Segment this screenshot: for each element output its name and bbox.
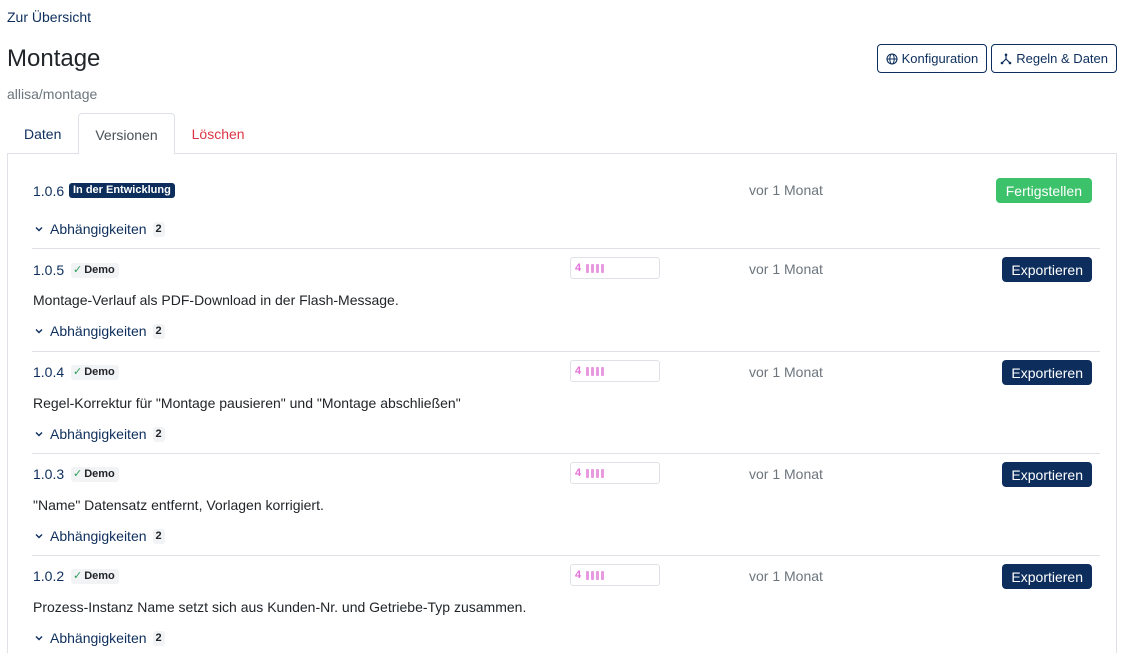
dependencies-toggle[interactable]: Abhängigkeiten 2 bbox=[34, 323, 165, 339]
export-button[interactable]: Exportieren bbox=[1002, 564, 1092, 589]
chevron-down-icon bbox=[35, 227, 43, 232]
chevron-down-icon bbox=[35, 636, 43, 641]
version-number[interactable]: 1.0.4 bbox=[33, 364, 64, 380]
version-number[interactable]: 1.0.3 bbox=[33, 466, 64, 482]
tab-data[interactable]: Daten bbox=[7, 113, 78, 154]
status-badge: In der Entwicklung bbox=[69, 183, 175, 198]
usage-count: 4 bbox=[575, 569, 582, 581]
demo-tag: ✓ Demo bbox=[71, 467, 119, 482]
usage-count: 4 bbox=[575, 262, 582, 274]
version-time: vor 1 Monat bbox=[749, 568, 823, 584]
header-actions: Konfiguration Regeln & Daten bbox=[876, 44, 1117, 73]
dependencies-label: Abhängigkeiten bbox=[50, 221, 147, 237]
check-icon: ✓ bbox=[73, 264, 83, 276]
meter-bar bbox=[601, 468, 605, 478]
globe-icon bbox=[886, 52, 898, 65]
demo-tag-label: Demo bbox=[84, 366, 115, 378]
tab-versions[interactable]: Versionen bbox=[78, 113, 175, 155]
demo-tag: ✓ Demo bbox=[71, 569, 119, 584]
chevron-down-icon bbox=[35, 329, 43, 334]
meter-bar bbox=[586, 570, 590, 580]
version-number[interactable]: 1.0.6 bbox=[33, 183, 64, 199]
version-time: vor 1 Monat bbox=[749, 466, 823, 482]
version-number[interactable]: 1.0.2 bbox=[33, 568, 64, 584]
version-description: Prozess-Instanz Name setzt sich aus Kund… bbox=[33, 599, 527, 615]
meter-bar bbox=[586, 263, 590, 273]
dependencies-toggle[interactable]: Abhängigkeiten 2 bbox=[34, 528, 165, 544]
meter-bar bbox=[601, 366, 605, 376]
demo-tag-label: Demo bbox=[84, 468, 115, 480]
meter-bar bbox=[596, 570, 600, 580]
versions-panel: 1.0.6 In der Entwicklung vor 1 Monat Fer… bbox=[7, 154, 1117, 653]
page-subtitle: allisa/montage bbox=[7, 86, 98, 102]
version-row: 1.0.2 ✓ Demo 4 vor 1 Monat Exportieren Pr… bbox=[32, 555, 1100, 653]
chevron-down-icon bbox=[35, 432, 43, 437]
version-time: vor 1 Monat bbox=[749, 182, 823, 198]
demo-tag-label: Demo bbox=[84, 570, 115, 582]
back-link[interactable]: Zur Übersicht bbox=[7, 9, 91, 25]
version-time: vor 1 Monat bbox=[749, 261, 823, 277]
version-time: vor 1 Monat bbox=[749, 364, 823, 380]
demo-tag: ✓ Demo bbox=[71, 263, 119, 278]
usage-meter[interactable]: 4 bbox=[570, 564, 660, 586]
meter-bar bbox=[591, 570, 595, 580]
demo-tag: ✓ Demo bbox=[71, 365, 119, 380]
meter-bar bbox=[591, 468, 595, 478]
version-number[interactable]: 1.0.5 bbox=[33, 262, 64, 278]
dependencies-count: 2 bbox=[152, 323, 165, 339]
export-button[interactable]: Exportieren bbox=[1002, 257, 1092, 282]
export-button[interactable]: Exportieren bbox=[1002, 462, 1092, 487]
meter-bar bbox=[596, 263, 600, 273]
meter-bar bbox=[586, 468, 590, 478]
dependencies-toggle[interactable]: Abhängigkeiten 2 bbox=[34, 630, 165, 646]
tab-delete[interactable]: Löschen bbox=[175, 113, 262, 154]
usage-meter[interactable]: 4 bbox=[570, 462, 660, 484]
dependencies-count: 2 bbox=[152, 221, 165, 237]
version-row: 1.0.6 In der Entwicklung vor 1 Monat Fer… bbox=[32, 154, 1100, 248]
version-description: Regel-Korrektur für "Montage pausieren" … bbox=[33, 395, 461, 411]
dependencies-label: Abhängigkeiten bbox=[50, 630, 147, 646]
chevron-down-icon bbox=[35, 534, 43, 539]
version-row: 1.0.4 ✓ Demo 4 vor 1 Monat Exportieren Re… bbox=[32, 351, 1100, 453]
check-icon: ✓ bbox=[73, 366, 83, 378]
version-row: 1.0.3 ✓ Demo 4 vor 1 Monat Exportieren "N… bbox=[32, 453, 1100, 555]
dependencies-label: Abhängigkeiten bbox=[50, 426, 147, 442]
check-icon: ✓ bbox=[73, 570, 83, 582]
version-row: 1.0.5 ✓ Demo 4 vor 1 Monat Exportieren Mo… bbox=[32, 248, 1100, 351]
usage-count: 4 bbox=[575, 467, 582, 479]
page-title: Montage bbox=[7, 45, 101, 72]
dependencies-label: Abhängigkeiten bbox=[50, 528, 147, 544]
usage-meter[interactable]: 4 bbox=[570, 257, 660, 279]
meter-bar bbox=[601, 263, 605, 273]
meter-bar bbox=[596, 366, 600, 376]
export-button[interactable]: Exportieren bbox=[1002, 360, 1092, 385]
finish-button[interactable]: Fertigstellen bbox=[995, 178, 1092, 203]
usage-meter[interactable]: 4 bbox=[570, 360, 660, 382]
dependencies-toggle[interactable]: Abhängigkeiten 2 bbox=[34, 221, 165, 237]
dependencies-count: 2 bbox=[152, 528, 165, 544]
branch-icon bbox=[1000, 53, 1012, 64]
dependencies-label: Abhängigkeiten bbox=[50, 323, 147, 339]
dependencies-toggle[interactable]: Abhängigkeiten 2 bbox=[34, 426, 165, 442]
tab-bar: Daten Versionen Löschen bbox=[7, 113, 1117, 155]
check-icon: ✓ bbox=[73, 468, 83, 480]
meter-bar bbox=[596, 468, 600, 478]
version-description: Montage-Verlauf als PDF-Download in der … bbox=[33, 292, 399, 308]
meter-bar bbox=[601, 570, 605, 580]
configuration-label: Konfiguration bbox=[901, 51, 979, 66]
meter-bar bbox=[586, 366, 590, 376]
configuration-button[interactable]: Konfiguration bbox=[876, 44, 988, 73]
dependencies-count: 2 bbox=[152, 630, 165, 646]
meter-bar bbox=[591, 366, 595, 376]
dependencies-count: 2 bbox=[152, 426, 165, 442]
demo-tag-label: Demo bbox=[84, 264, 115, 276]
meter-bar bbox=[591, 263, 595, 273]
rules-data-button[interactable]: Regeln & Daten bbox=[991, 44, 1117, 73]
usage-count: 4 bbox=[575, 365, 582, 377]
version-description: "Name" Datensatz entfernt, Vorlagen korr… bbox=[33, 497, 324, 513]
rules-data-label: Regeln & Daten bbox=[1016, 51, 1108, 66]
